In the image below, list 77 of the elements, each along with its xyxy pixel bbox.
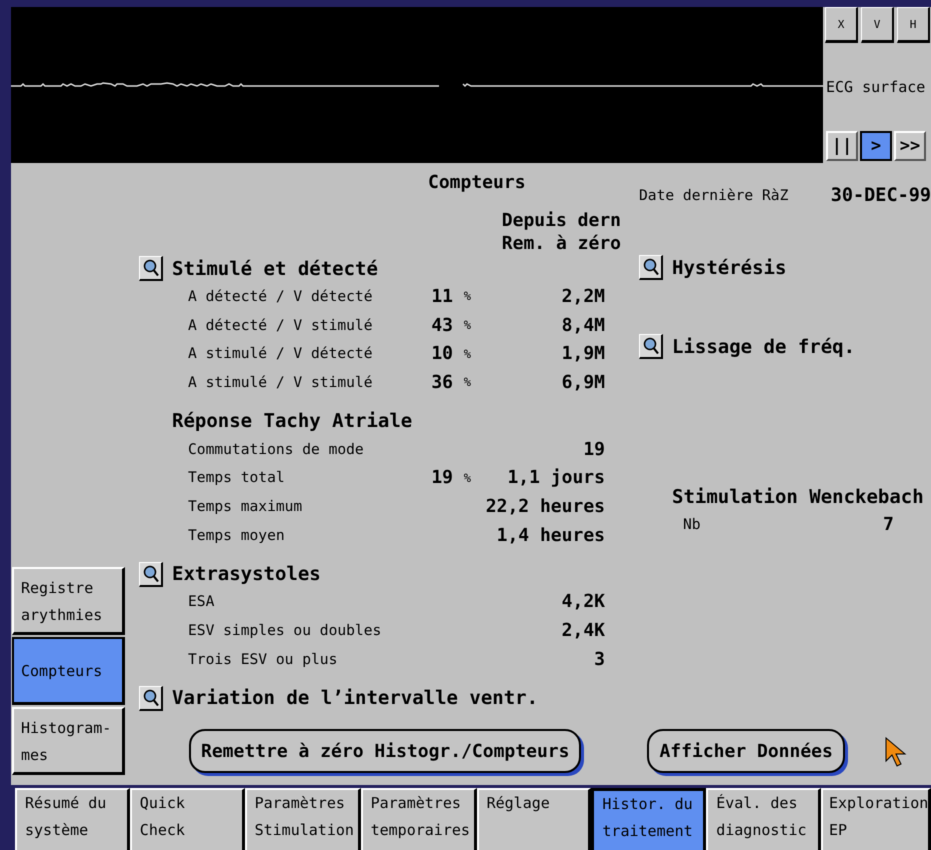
percent-unit: % xyxy=(462,289,471,304)
view-button[interactable]: H xyxy=(897,7,930,43)
playback-button[interactable]: >> xyxy=(894,131,926,161)
counter-value: 3 xyxy=(593,648,605,670)
counter-label: Temps moyen xyxy=(188,526,286,544)
counter-label: A détecté / V stimulé xyxy=(188,316,374,334)
side-tab[interactable]: Histogram-mes xyxy=(12,707,125,775)
group-heading: Variation de l’intervalle ventr. xyxy=(172,687,538,710)
zoom-button[interactable] xyxy=(639,334,663,359)
cursor-icon xyxy=(885,737,907,767)
counter-value: 6,9M xyxy=(560,372,605,393)
view-button[interactable]: X xyxy=(825,7,858,43)
group-heading: Stimulation Wenckebach xyxy=(672,486,925,508)
counter-value: 1,4 heures xyxy=(496,524,605,546)
view-button[interactable]: V xyxy=(861,7,894,43)
percent-value: 43 xyxy=(430,314,453,336)
percent-unit: % xyxy=(462,318,471,332)
counter-value: 4,2K xyxy=(560,591,605,612)
counter-value: 22,2 heures xyxy=(484,496,605,517)
magnifier-icon xyxy=(642,337,658,355)
zoom-button[interactable] xyxy=(139,686,163,711)
side-tab[interactable]: Registre arythmies xyxy=(12,567,125,635)
nav-tab[interactable]: Quick Check xyxy=(130,788,245,850)
nav-tab[interactable]: Réglage xyxy=(476,788,592,850)
magnifier-icon xyxy=(642,258,658,276)
counter-value: 2,4K xyxy=(560,620,605,642)
group-heading: Hystérésis xyxy=(672,256,786,278)
nav-tab[interactable]: Paramètres temporaires xyxy=(360,788,477,850)
counter-label: A détecté / V détecté xyxy=(188,288,374,305)
counter-value: 7 xyxy=(883,514,894,535)
magnifier-icon xyxy=(142,564,158,582)
counter-label: Trois ESV ou plus xyxy=(188,650,338,668)
percent-value: 19 xyxy=(430,467,453,488)
counter-value: 19 xyxy=(582,438,605,460)
nav-tab[interactable]: Éval. des diagnostic xyxy=(706,788,821,850)
percent-unit: % xyxy=(462,470,471,485)
side-tab[interactable]: Compteurs xyxy=(12,637,125,705)
zoom-button[interactable] xyxy=(639,255,663,280)
counter-label: Commutations de mode xyxy=(188,440,365,458)
counter-label: Temps maximum xyxy=(188,498,304,515)
column-header: Depuis dern xyxy=(502,209,621,232)
counter-label: Nb xyxy=(683,516,702,533)
nav-tab[interactable]: Exploration EP xyxy=(821,788,931,850)
percent-value: 10 xyxy=(430,343,453,364)
percent-value: 36 xyxy=(430,372,453,393)
group-heading: Réponse Tachy Atriale xyxy=(172,410,412,432)
section-title: Compteurs xyxy=(428,172,527,193)
percent-unit: % xyxy=(462,375,471,390)
counter-label: A stimulé / V stimulé xyxy=(188,374,374,391)
counter-label: ESV simples ou doubles xyxy=(188,622,382,640)
counter-label: A stimulé / V détecté xyxy=(188,345,374,362)
percent-unit: % xyxy=(462,346,471,361)
reset-date-label: Date dernière RàZ xyxy=(639,187,788,204)
action-button[interactable]: Remettre à zéro Histogr./Compteurs xyxy=(189,729,582,773)
magnifier-icon xyxy=(142,688,158,707)
counter-label: Temps total xyxy=(188,469,286,486)
action-button[interactable]: Afficher Données xyxy=(647,729,845,773)
counter-label: ESA xyxy=(188,593,216,610)
zoom-button[interactable] xyxy=(139,562,163,586)
counter-value: 8,4M xyxy=(560,314,605,336)
playback-button[interactable]: || xyxy=(826,131,858,161)
playback-button[interactable]: > xyxy=(860,131,892,161)
magnifier-icon xyxy=(142,259,158,277)
nav-tab[interactable]: Histor. du traitement xyxy=(591,788,706,850)
reset-date-value: 30-DEC-99 xyxy=(830,185,931,206)
counter-value: 1,1 jours xyxy=(506,467,605,488)
channel-label: ECG surface xyxy=(825,78,926,96)
counter-value: 2,2M xyxy=(560,286,605,307)
group-heading: Lissage de fréq. xyxy=(672,336,856,358)
group-heading: Stimulé et détecté xyxy=(172,258,378,280)
group-heading: Extrasystoles xyxy=(172,563,321,585)
nav-tab[interactable]: Paramètres Stimulation xyxy=(244,788,361,850)
zoom-button[interactable] xyxy=(139,256,163,281)
column-header: Rem. à zéro xyxy=(502,232,621,255)
counter-value: 1,9M xyxy=(560,343,605,364)
percent-value: 11 xyxy=(430,286,453,307)
nav-tab[interactable]: Résumé du système xyxy=(15,788,130,850)
